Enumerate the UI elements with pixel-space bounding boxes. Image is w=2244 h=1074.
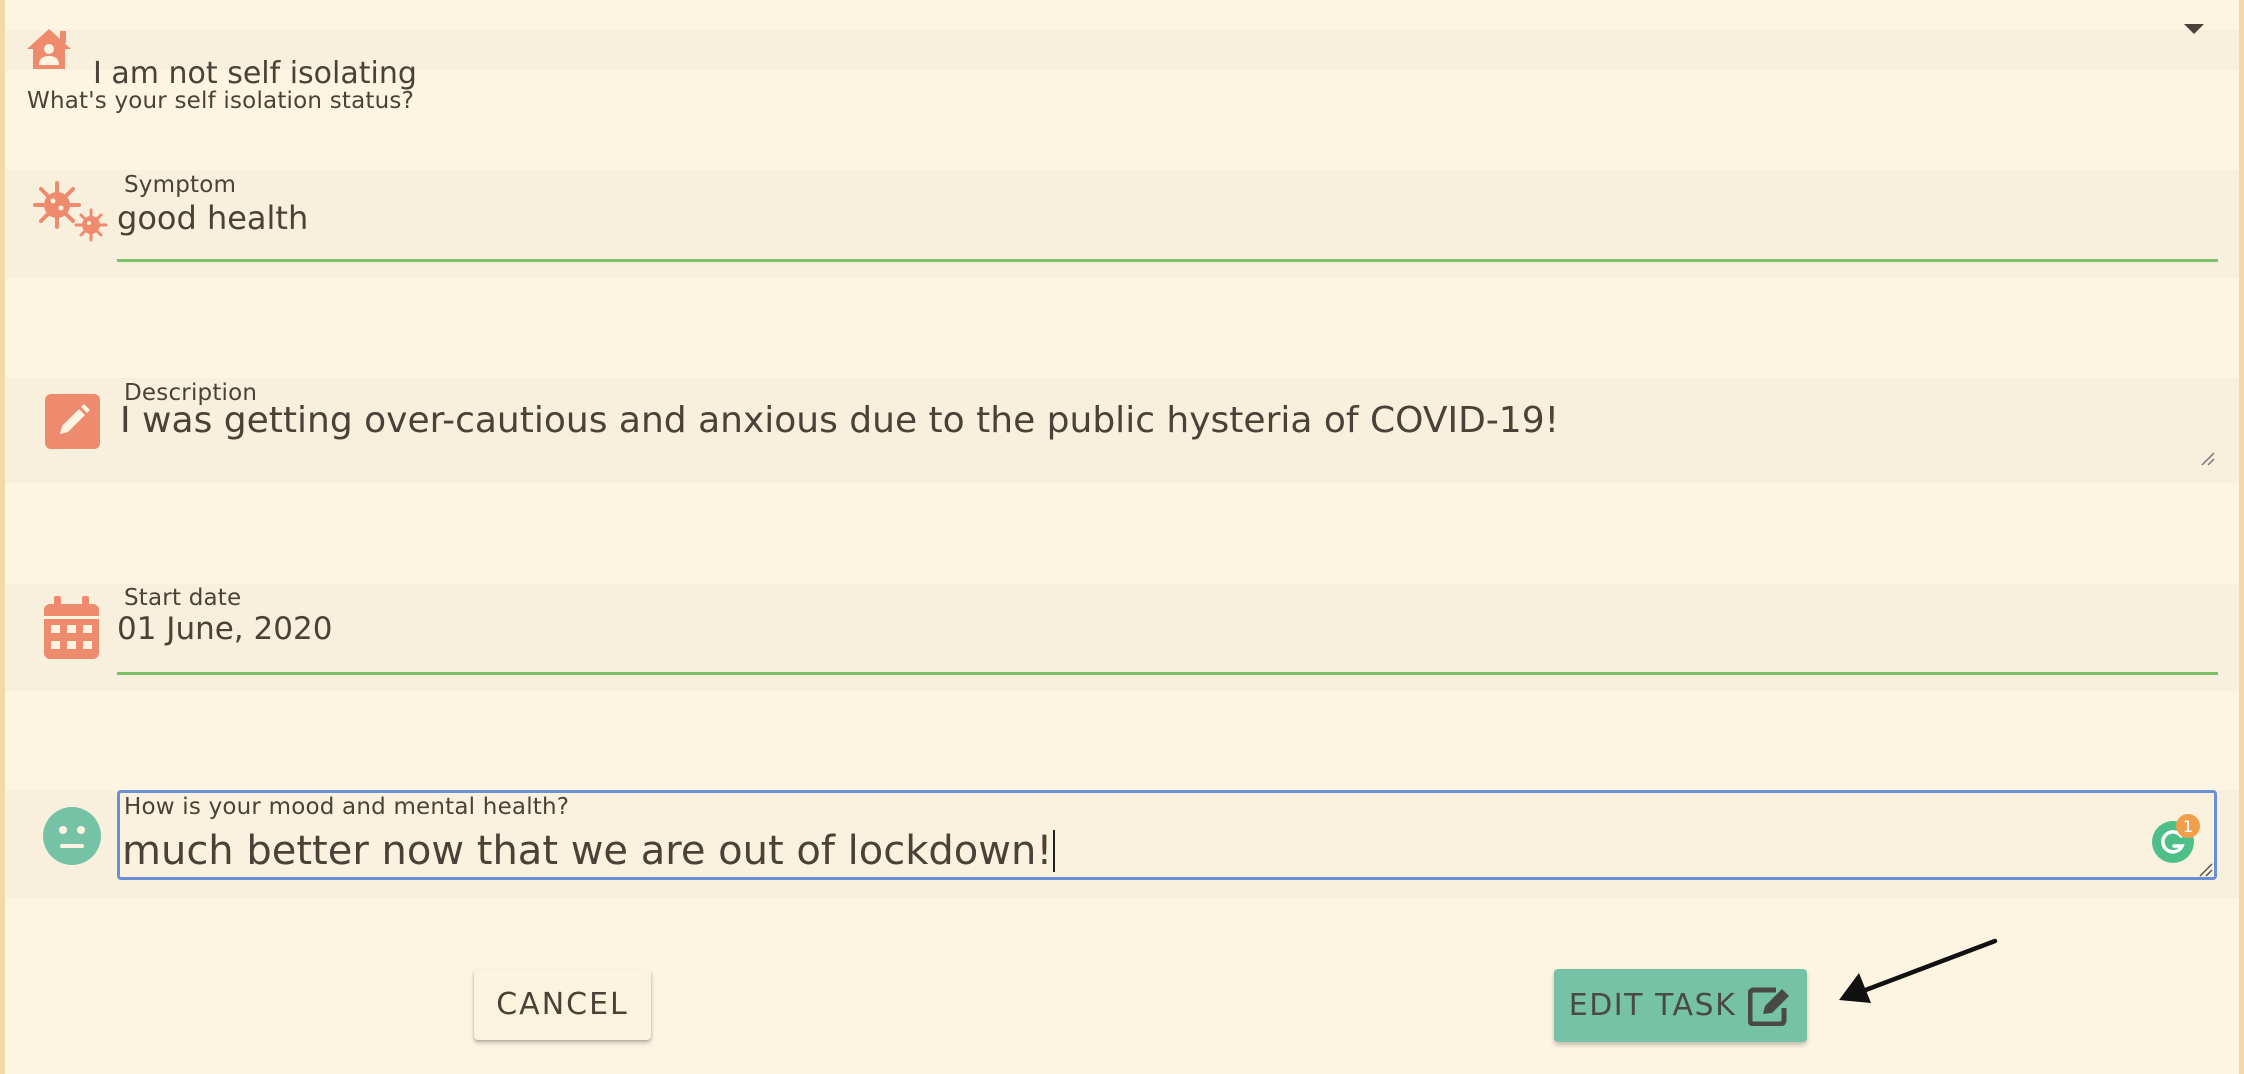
grammarly-widget[interactable]: 1 [2151,814,2200,864]
symptom-input[interactable]: good health [117,199,308,237]
neutral-face-icon [43,807,101,865]
mood-text: much better now that we are out of lockd… [122,828,1053,874]
isolation-value: I am not self isolating [93,56,417,91]
cancel-button[interactable]: CANCEL [474,969,651,1040]
caret-down-icon[interactable] [2182,22,2206,36]
cancel-button-label: CANCEL [496,987,629,1022]
edit-task-button[interactable]: EDIT TASK [1554,969,1807,1042]
start-date-input[interactable]: 01 June, 2020 [117,611,332,647]
description-textarea[interactable]: I was getting over-cautious and anxious … [120,400,1559,441]
edit-pen-icon [45,394,100,449]
edit-task-button-label: EDIT TASK [1568,988,1737,1023]
arrow-pointer-icon [1839,938,1998,1003]
symptom-underline [117,259,2218,262]
resize-handle-icon[interactable] [2200,451,2216,467]
resize-handle-icon[interactable] [2198,862,2214,878]
start-date-underline [117,672,2218,675]
calendar-icon [44,596,99,659]
start-date-label: Start date [124,585,242,611]
virus-icon [33,181,108,242]
mood-value: much better now that we are out of lockd… [122,828,1056,874]
mood-label: How is your mood and mental health? [124,794,570,820]
house-user-icon [27,29,71,69]
isolation-label: What's your self isolation status? [27,88,414,114]
symptom-label: Symptom [124,172,237,198]
edit-square-icon [1748,987,1790,1026]
text-cursor [1053,830,1056,872]
grammarly-badge: 1 [2176,814,2200,838]
app-frame [0,0,2244,1074]
